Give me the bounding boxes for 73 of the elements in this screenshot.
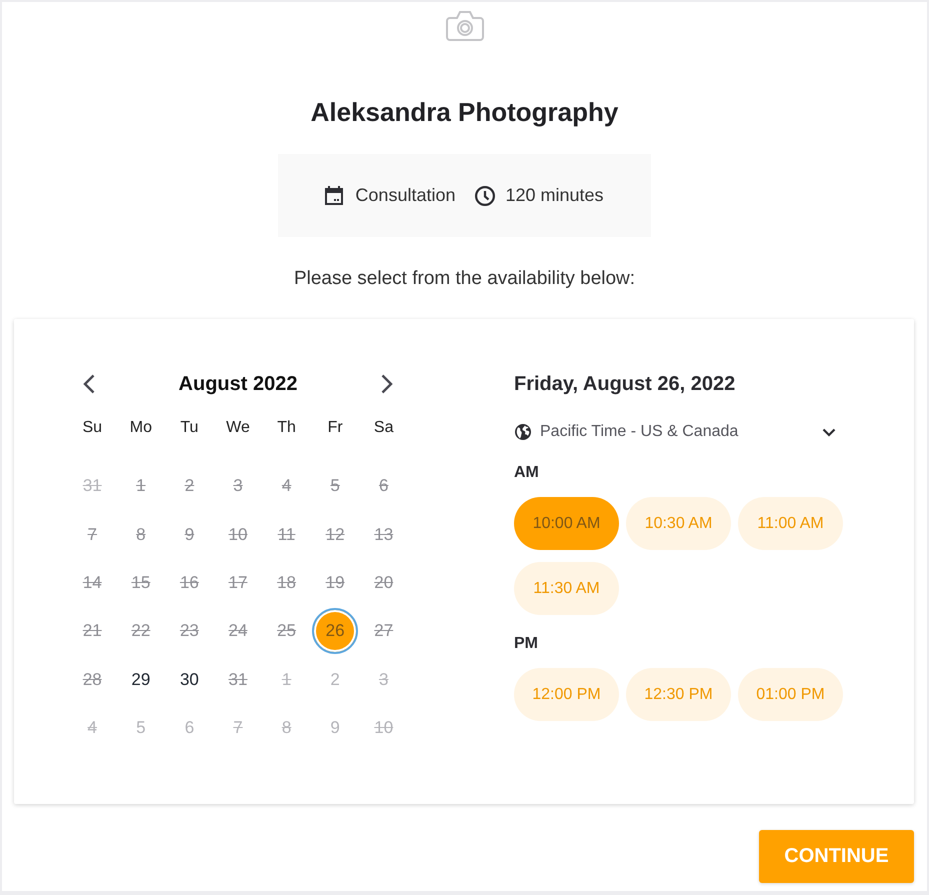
calendar-day[interactable]: 4	[69, 705, 116, 752]
calendar-day[interactable]: 24	[214, 608, 261, 654]
calendar-day[interactable]: 21	[69, 608, 116, 654]
time-slot-button[interactable]: 11:30 AM	[514, 562, 619, 615]
calendar-day[interactable]: 10	[360, 705, 407, 752]
calendar-icon	[325, 186, 344, 205]
calendar-day[interactable]: 31	[214, 656, 261, 703]
calendar-day[interactable]: 31	[69, 463, 116, 510]
continue-button[interactable]: CONTINUE	[759, 830, 914, 883]
calendar-day[interactable]: 26	[312, 608, 358, 654]
calendar-day[interactable]: 5	[312, 463, 358, 510]
calendar-day[interactable]: 16	[166, 560, 212, 606]
calendar-day[interactable]: 10	[214, 512, 261, 558]
instruction-text: Please select from the availability below:	[294, 267, 636, 291]
duration-text: 120 minutes	[506, 185, 604, 206]
calendar-day[interactable]: 8	[118, 512, 164, 558]
weekday-label: Tu	[180, 418, 198, 438]
calendar-day[interactable]: 20	[360, 560, 407, 606]
calendar-day[interactable]: 2	[166, 463, 212, 510]
time-slot-button[interactable]: 12:00 PM	[514, 668, 619, 721]
calendar-day[interactable]: 12	[312, 512, 358, 558]
calendar-day[interactable]: 28	[69, 656, 116, 703]
calendar-day[interactable]: 13	[360, 512, 407, 558]
calendar-day[interactable]: 6	[360, 463, 407, 510]
calendar-day[interactable]: 7	[214, 705, 261, 752]
calendar-day[interactable]: 1	[264, 656, 310, 703]
calendar-day[interactable]: 29	[118, 656, 164, 703]
weekday-label: Th	[277, 418, 296, 438]
calendar-day[interactable]: 8	[264, 705, 310, 752]
timezone-select[interactable]: Pacific Time - US & Canada	[514, 420, 836, 444]
calendar-day[interactable]: 18	[264, 560, 310, 606]
selected-date-title: Friday, August 26, 2022	[514, 372, 736, 397]
chevron-right-icon[interactable]	[381, 374, 393, 394]
calendar-day[interactable]: 6	[166, 705, 212, 752]
time-slot-button[interactable]: 12:30 PM	[626, 668, 731, 721]
globe-icon	[515, 424, 531, 440]
period-label: PM	[514, 634, 538, 654]
weekday-label: Fr	[328, 418, 343, 438]
chevron-down-icon	[822, 428, 836, 436]
period-label: AM	[514, 463, 539, 483]
calendar-day[interactable]: 9	[312, 705, 358, 752]
business-name: Aleksandra Photography	[310, 96, 618, 128]
calendar-day[interactable]: 27	[360, 608, 407, 654]
calendar-day[interactable]: 14	[69, 560, 116, 606]
calendar-day[interactable]: 22	[118, 608, 164, 654]
calendar-day[interactable]: 15	[118, 560, 164, 606]
calendar-day[interactable]: 17	[214, 560, 261, 606]
time-slot-button[interactable]: 10:30 AM	[626, 497, 731, 550]
time-slot-button[interactable]: 01:00 PM	[738, 668, 843, 721]
calendar-day[interactable]: 2	[312, 656, 358, 703]
calendar-day[interactable]: 3	[214, 463, 261, 510]
calendar-day[interactable]: 25	[264, 608, 310, 654]
calendar-day[interactable]: 3	[360, 656, 407, 703]
calendar-day[interactable]: 19	[312, 560, 358, 606]
time-slot-button[interactable]: 11:00 AM	[738, 497, 843, 550]
weekday-label: Sa	[374, 418, 394, 438]
weekday-label: Mo	[130, 418, 152, 438]
calendar-day[interactable]: 5	[118, 705, 164, 752]
calendar-day[interactable]: 4	[264, 463, 310, 510]
weekday-label: Su	[82, 418, 102, 438]
calendar-day[interactable]: 23	[166, 608, 212, 654]
weekday-label: We	[226, 418, 250, 438]
service-name: Consultation	[355, 185, 456, 206]
calendar-day[interactable]: 11	[264, 512, 310, 558]
camera-icon	[446, 10, 484, 42]
calendar-day[interactable]: 30	[166, 656, 212, 703]
month-title: August 2022	[178, 372, 298, 396]
calendar-day[interactable]: 1	[118, 463, 164, 510]
chevron-left-icon[interactable]	[83, 374, 95, 394]
calendar-day[interactable]: 7	[69, 512, 116, 558]
clock-icon	[474, 186, 494, 206]
time-slot-button[interactable]: 10:00 AM	[514, 497, 619, 550]
calendar-day[interactable]: 9	[166, 512, 212, 558]
